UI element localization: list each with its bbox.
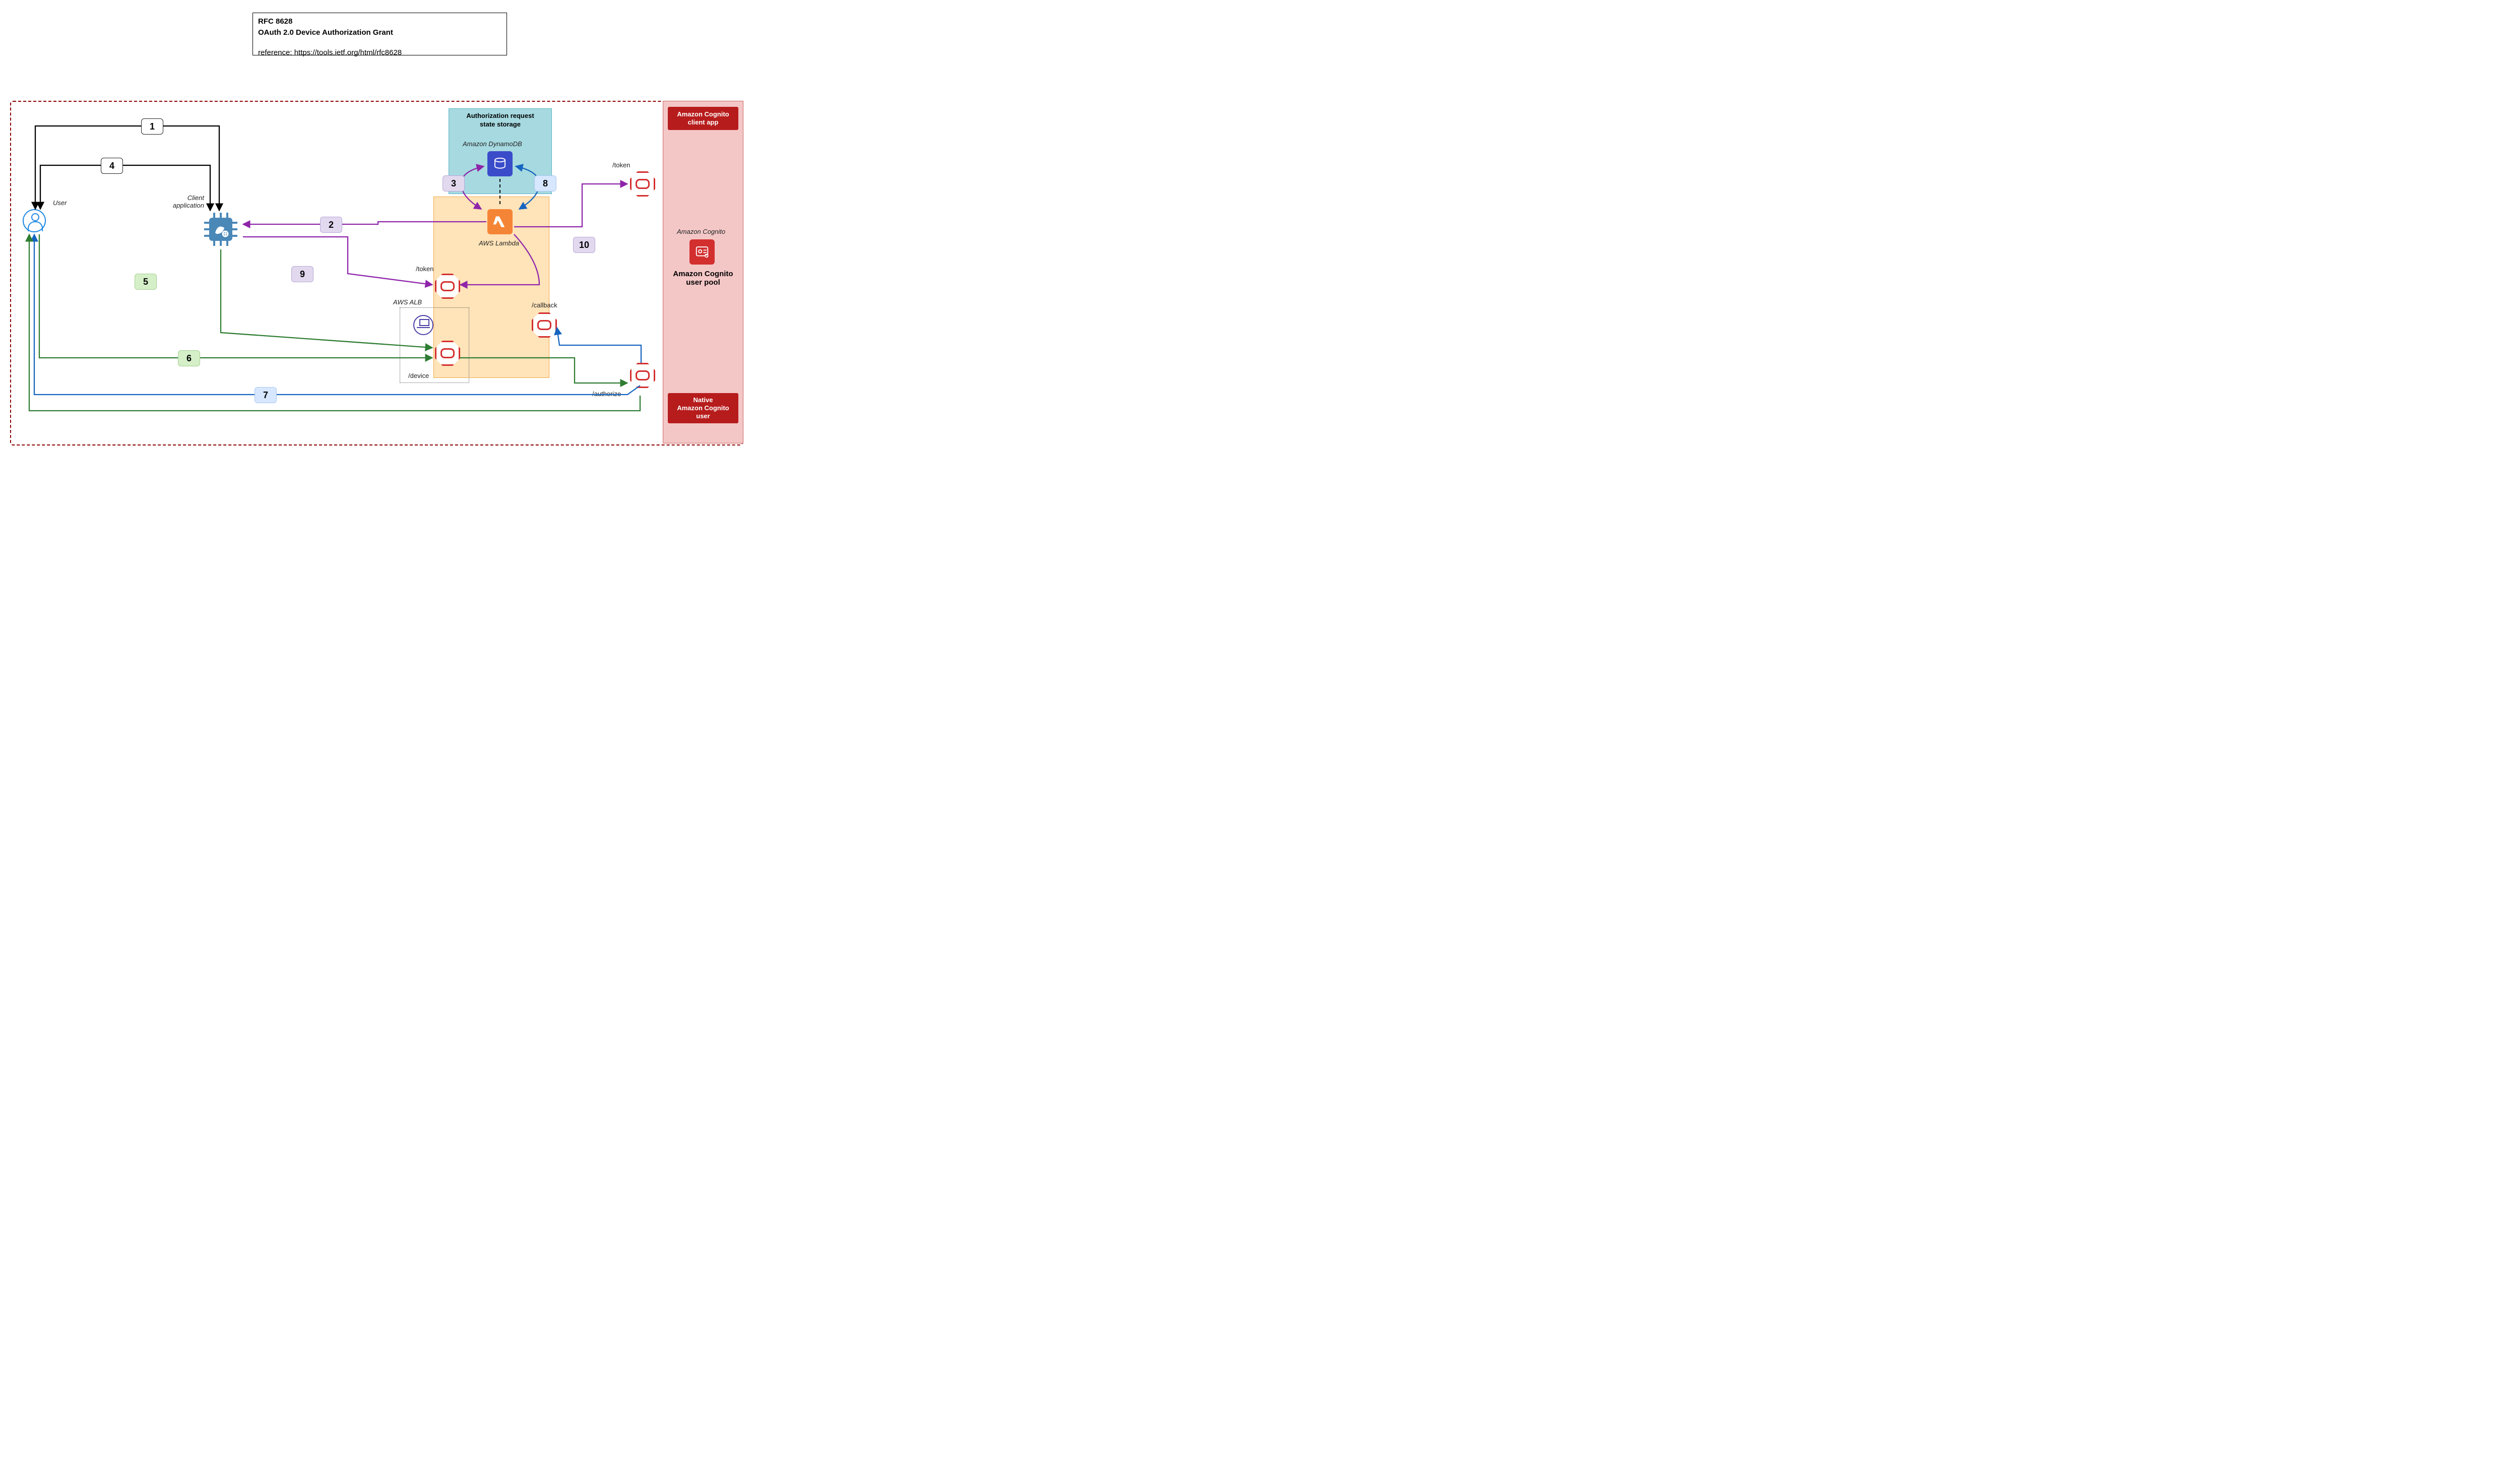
endpoint-token-lambda — [435, 274, 460, 299]
step-9: 9 — [291, 266, 313, 282]
cognito-client-app: Amazon Cognito client app — [668, 107, 738, 130]
alb-label: AWS ALB — [393, 298, 422, 306]
step-7: 7 — [255, 387, 277, 403]
cognito-pool-label: Amazon Cognito user pool — [665, 270, 741, 287]
step-8: 8 — [534, 175, 556, 191]
step-4: 4 — [101, 158, 123, 174]
endpoint-token-cognito — [630, 171, 655, 197]
endpoint-token-cognito-label: /token — [612, 161, 630, 169]
endpoint-callback-label: /callback — [532, 301, 557, 309]
dynamodb-label: Amazon DynamoDB — [463, 140, 522, 148]
cognito-icon — [689, 239, 715, 265]
endpoint-authorize — [630, 363, 655, 388]
endpoint-authorize-label: /authorize — [592, 390, 621, 398]
title-rfc: RFC 8628 — [258, 16, 501, 27]
client-app-label: Client application — [166, 194, 204, 209]
step-1: 1 — [141, 118, 163, 135]
step-3: 3 — [443, 175, 465, 191]
step-2: 2 — [320, 217, 342, 233]
title-reference: reference: https://tools.ietf.org/html/r… — [258, 47, 501, 58]
user-label: User — [53, 199, 67, 207]
alb-icon — [413, 315, 433, 335]
dynamodb-icon — [487, 151, 513, 176]
authz-state-header: Authorization request state storage — [449, 112, 551, 129]
step-10: 10 — [573, 237, 595, 253]
user-icon — [23, 209, 46, 232]
lambda-icon — [487, 209, 513, 234]
endpoint-callback — [532, 312, 557, 338]
aws-boundary — [10, 101, 743, 445]
step-5: 5 — [135, 274, 157, 290]
client-app-icon — [203, 212, 238, 247]
endpoint-device-label: /device — [408, 372, 429, 379]
step-6: 6 — [178, 350, 200, 366]
lambda-label: AWS Lambda — [479, 239, 519, 247]
cognito-native-user: Native Amazon Cognito user — [668, 393, 738, 423]
endpoint-token-lambda-label: /token — [416, 265, 433, 273]
diagram-canvas: RFC 8628 OAuth 2.0 Device Authorization … — [10, 10, 766, 449]
title-box: RFC 8628 OAuth 2.0 Device Authorization … — [253, 13, 507, 55]
cognito-svc-label: Amazon Cognito — [677, 228, 725, 235]
title-name: OAuth 2.0 Device Authorization Grant — [258, 27, 501, 38]
endpoint-device — [435, 341, 460, 366]
